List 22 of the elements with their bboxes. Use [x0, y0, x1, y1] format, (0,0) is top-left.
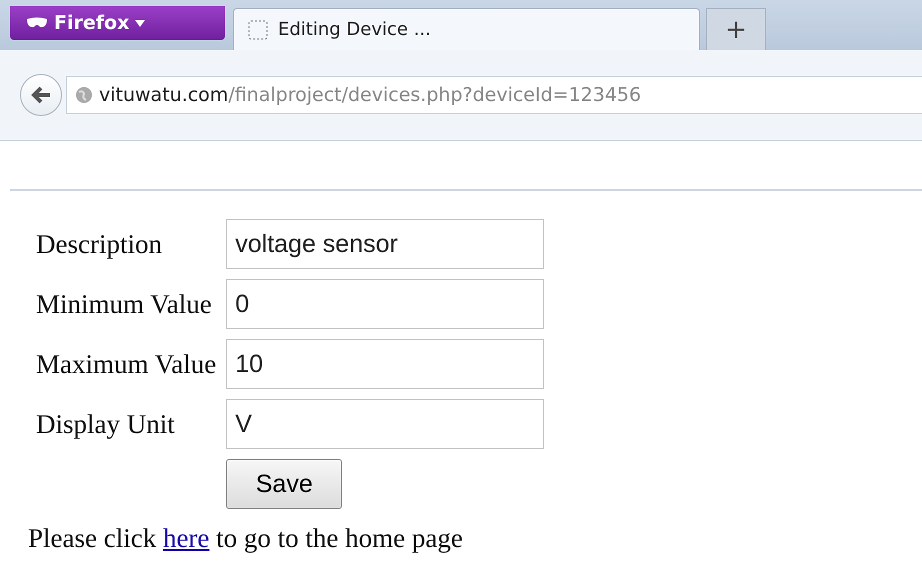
field-label: Minimum Value — [36, 288, 213, 320]
caret-icon — [135, 20, 146, 26]
home-page-sentence: Please click here to go to the home page — [28, 523, 464, 554]
browser-tab[interactable]: Editing Device ... — [233, 8, 700, 50]
field-label: Description — [36, 228, 163, 260]
field-label: Maximum Value — [36, 348, 216, 380]
input-field[interactable]: 0 — [226, 279, 544, 329]
tab-title: Editing Device ... — [278, 19, 431, 40]
firefox-menu-button[interactable]: Firefox — [10, 6, 225, 40]
back-button[interactable] — [20, 74, 62, 116]
save-button[interactable]: Save — [226, 459, 342, 509]
address-bar[interactable]: vituwatu.com/finalproject/devices.php?deviceId=123456 — [66, 76, 922, 114]
new-tab-button[interactable]: + — [706, 8, 766, 50]
blank-page-icon — [248, 20, 268, 40]
input-field[interactable]: 10 — [226, 339, 544, 389]
home-link[interactable]: here — [162, 523, 210, 553]
input-field[interactable]: voltage sensor — [226, 219, 544, 269]
field-label: Display Unit — [36, 408, 176, 440]
back-arrow-icon — [30, 85, 52, 105]
mask-icon — [26, 17, 48, 29]
globe-icon — [75, 86, 93, 104]
input-field[interactable]: V — [226, 399, 544, 449]
